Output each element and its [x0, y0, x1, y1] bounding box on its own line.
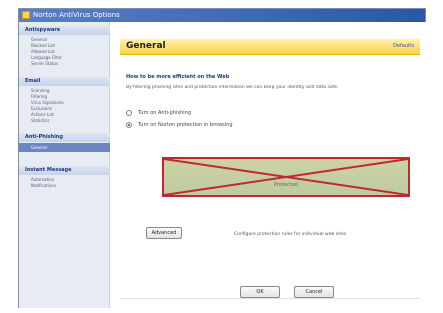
options-window: Norton AntiVirus Options Antispyware Gen…	[18, 8, 426, 308]
app-icon	[22, 11, 30, 19]
radio-option-1-label: Turn on Anti-phishing	[138, 110, 191, 116]
advanced-button[interactable]: Advanced	[146, 227, 182, 239]
radio-icon[interactable]	[126, 109, 132, 116]
sidebar-section-anti-phishing[interactable]: Anti-Phishing	[19, 133, 110, 142]
crossed-out-banner: Protected	[162, 157, 410, 197]
sidebar-item-statistics[interactable]: Statistics	[19, 118, 110, 124]
footer-divider	[120, 298, 420, 299]
ok-button[interactable]: OK	[240, 286, 280, 298]
cancel-button[interactable]: Cancel	[294, 286, 334, 298]
window-title: Norton AntiVirus Options	[33, 11, 120, 19]
main-panel: General Defaults How to be more efficien…	[110, 22, 426, 308]
banner-label: Protected	[274, 182, 298, 188]
sidebar-section-email[interactable]: Email	[19, 77, 110, 86]
advanced-description: Configure protection rules for individua…	[234, 232, 347, 237]
sidebar: Antispyware General Blocked List Allowed…	[19, 22, 110, 308]
sidebar-item-notifications[interactable]: Notifications	[19, 183, 110, 189]
sidebar-item-server-status[interactable]: Server Status	[19, 61, 110, 67]
defaults-link[interactable]: Defaults	[393, 43, 414, 49]
sidebar-item-general-selected[interactable]: General	[19, 143, 110, 152]
sidebar-section-antispyware[interactable]: Antispyware	[19, 26, 110, 35]
sidebar-section-instant-message[interactable]: Instant Message	[19, 166, 110, 175]
section-description: By filtering phishing sites and protecti…	[126, 85, 339, 90]
header-band: General Defaults	[120, 39, 420, 55]
radio-option-2[interactable]: Turn on Norton protection in browsing	[126, 120, 233, 130]
radio-option-2-label: Turn on Norton protection in browsing	[138, 122, 233, 128]
title-bar: Norton AntiVirus Options	[19, 9, 425, 22]
cross-overlay	[164, 159, 408, 195]
section-subheading: How to be more efficient on the Web	[126, 74, 230, 80]
page-title: General	[126, 41, 166, 51]
radio-icon[interactable]	[126, 121, 132, 128]
radio-option-1[interactable]: Turn on Anti-phishing	[126, 108, 191, 118]
